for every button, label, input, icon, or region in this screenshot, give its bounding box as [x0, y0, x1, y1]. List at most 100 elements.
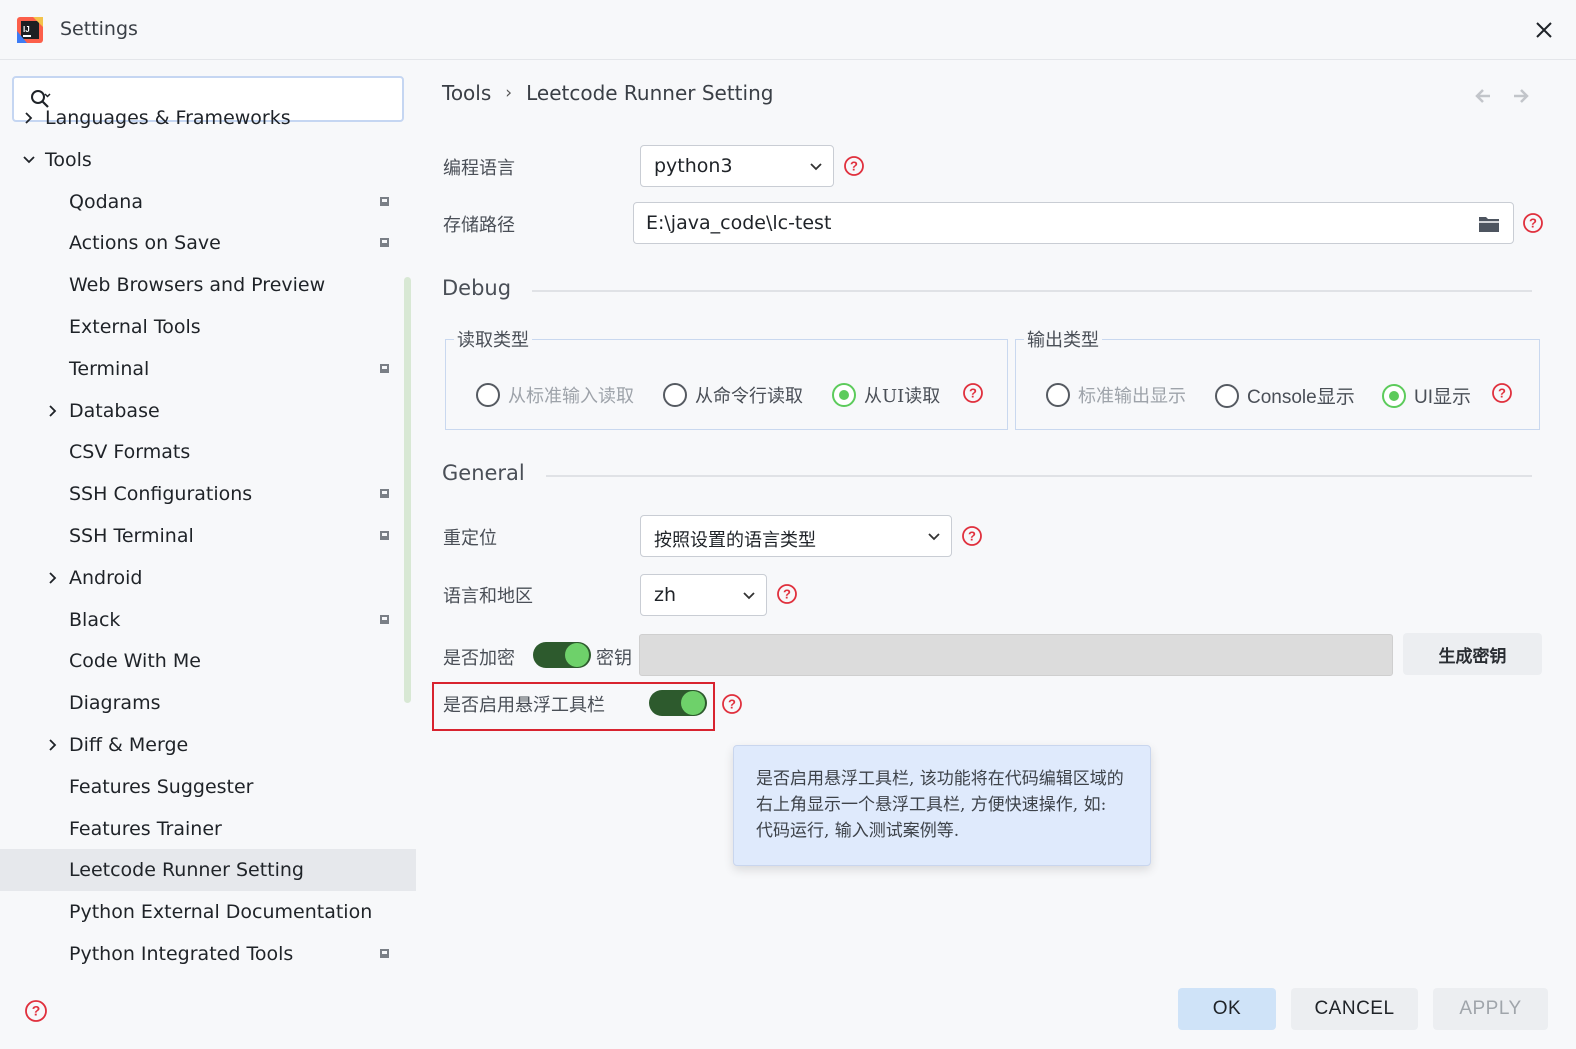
sidebar-item-label: CSV Formats: [69, 441, 191, 464]
output-type-help-icon[interactable]: ?: [1491, 382, 1513, 404]
chevron-down-icon[interactable]: [21, 152, 37, 168]
path-label: 存储路径: [443, 215, 515, 236]
locale-select[interactable]: zh: [640, 574, 767, 616]
radio-circle: [663, 383, 687, 407]
radio-output-stdout[interactable]: 标准输出显示: [1046, 382, 1186, 408]
chevron-right-icon[interactable]: [45, 570, 61, 586]
radio-read-cmdline[interactable]: 从命令行读取: [663, 382, 803, 408]
chevron-right-icon[interactable]: [21, 110, 37, 126]
read-type-help-icon[interactable]: ?: [962, 382, 984, 404]
sidebar-item-qodana[interactable]: Qodana: [0, 181, 416, 223]
sidebar-item-web-browsers-and-preview[interactable]: Web Browsers and Preview: [0, 264, 416, 306]
sidebar-item-tools[interactable]: Tools: [0, 139, 416, 181]
radio-output-console-label: Console显示: [1247, 387, 1355, 408]
sidebar-item-python-external-documentation[interactable]: Python External Documentation: [0, 891, 416, 933]
sidebar-item-code-with-me[interactable]: Code With Me: [0, 640, 416, 682]
path-field-value: E:\java_code\lc-test: [646, 212, 832, 234]
sidebar-item-label: Diff & Merge: [69, 734, 189, 756]
language-help-icon[interactable]: ?: [843, 155, 865, 177]
breadcrumb-parent[interactable]: Tools: [442, 81, 491, 105]
sidebar-item-label: Python Integrated Tools: [69, 943, 294, 965]
debug-divider: [532, 290, 1532, 292]
relocate-help-icon[interactable]: ?: [961, 525, 983, 547]
sidebar-item-label: Android: [69, 566, 143, 589]
language-select[interactable]: python3: [640, 145, 834, 187]
sidebar-item-label: Tools: [45, 148, 92, 171]
radio-output-ui[interactable]: UI显示: [1382, 382, 1471, 409]
sidebar-item-label: Features Suggester: [69, 775, 254, 798]
sidebar-item-languages-frameworks[interactable]: Languages & Frameworks: [0, 97, 416, 139]
sidebar-item-label: Features Trainer: [69, 817, 222, 840]
project-scope-icon: [380, 196, 389, 206]
chevron-right-icon[interactable]: [45, 403, 61, 419]
project-scope-icon: [380, 489, 389, 499]
generate-key-button[interactable]: 生成密钥: [1403, 633, 1542, 675]
ok-button[interactable]: OK: [1178, 988, 1276, 1030]
chevron-down-icon: [928, 533, 940, 541]
sidebar-item-label: SSH Configurations: [69, 483, 253, 506]
floating-toolbar-toggle[interactable]: [649, 690, 707, 716]
sidebar-item-leetcode-runner-setting[interactable]: Leetcode Runner Setting: [0, 849, 416, 892]
sidebar-item-database[interactable]: Database: [0, 390, 416, 432]
locale-select-value: zh: [654, 584, 677, 606]
key-field[interactable]: [639, 634, 1393, 676]
locale-help-icon[interactable]: ?: [776, 583, 798, 605]
path-help-icon[interactable]: ?: [1522, 212, 1544, 234]
sidebar-item-features-trainer[interactable]: Features Trainer: [0, 808, 416, 850]
sidebar-item-terminal[interactable]: Terminal: [0, 348, 416, 390]
sidebar-item-diff-merge[interactable]: Diff & Merge: [0, 724, 416, 766]
chevron-right-icon[interactable]: [45, 737, 61, 753]
project-scope-icon: [380, 949, 389, 958]
project-scope-icon: [380, 614, 389, 624]
back-arrow-icon[interactable]: [1472, 85, 1494, 107]
svg-text:?: ?: [968, 529, 976, 544]
encrypt-toggle[interactable]: [533, 642, 591, 668]
forward-arrow-icon[interactable]: [1510, 85, 1532, 107]
radio-circle: [1046, 383, 1070, 407]
breadcrumb-current: Leetcode Runner Setting: [526, 81, 774, 105]
sidebar-item-ssh-configurations[interactable]: SSH Configurations: [0, 473, 416, 515]
close-icon[interactable]: [1530, 16, 1558, 44]
project-scope-icon: [380, 531, 389, 540]
sidebar-item-diagrams[interactable]: Diagrams: [0, 682, 416, 724]
project-scope-icon: [380, 363, 389, 373]
sidebar-item-label: Black: [69, 608, 121, 631]
key-label: 密钥: [596, 648, 632, 669]
svg-text:?: ?: [1529, 216, 1537, 231]
radio-read-ui[interactable]: 从UI读取: [832, 382, 940, 408]
sidebar-item-external-tools[interactable]: External Tools: [0, 306, 416, 348]
settings-sidebar: Languages & Frameworks Tools Qodana Actions…: [0, 61, 416, 973]
sidebar-item-csv-formats[interactable]: CSV Formats: [0, 431, 416, 473]
svg-text:?: ?: [783, 587, 791, 602]
radio-read-cmdline-label: 从命令行读取: [695, 386, 803, 407]
sidebar-item-label: Diagrams: [69, 692, 161, 715]
sidebar-item-label: Actions on Save: [69, 232, 221, 255]
sidebar-scrollbar[interactable]: [404, 277, 411, 703]
general-divider: [546, 475, 1532, 477]
radio-read-stdin[interactable]: 从标准输入读取: [476, 382, 634, 408]
apply-button[interactable]: APPLY: [1433, 988, 1548, 1030]
svg-text:?: ?: [969, 386, 977, 401]
sidebar-item-black[interactable]: Black: [0, 599, 416, 641]
general-section-title: General: [442, 461, 525, 485]
chevron-down-icon: [810, 163, 822, 171]
cancel-button[interactable]: CANCEL: [1291, 988, 1418, 1030]
path-field[interactable]: E:\java_code\lc-test: [633, 202, 1514, 244]
floating-toolbar-label: 是否启用悬浮工具栏: [443, 695, 605, 716]
help-icon[interactable]: ?: [24, 999, 48, 1023]
sidebar-item-actions-on-save[interactable]: Actions on Save: [0, 222, 416, 264]
chevron-down-icon: [743, 592, 755, 600]
help-tooltip: 是否启用悬浮工具栏, 该功能将在代码编辑区域的右上角显示一个悬浮工具栏, 方便快…: [733, 745, 1151, 866]
radio-output-console[interactable]: Console显示: [1215, 382, 1355, 409]
breadcrumb: Tools › Leetcode Runner Setting: [442, 81, 773, 105]
floating-toolbar-help-icon[interactable]: ?: [721, 693, 743, 715]
radio-circle-selected: [1382, 383, 1406, 408]
read-type-title: 读取类型: [454, 326, 532, 352]
sidebar-item-ssh-terminal[interactable]: SSH Terminal: [0, 515, 416, 557]
sidebar-item-android[interactable]: Android: [0, 557, 416, 599]
sidebar-item-features-suggester[interactable]: Features Suggester: [0, 766, 416, 808]
encrypt-label: 是否加密: [443, 648, 515, 669]
relocate-select[interactable]: 按照设置的语言类型: [640, 515, 952, 557]
sidebar-item-python-integrated-tools[interactable]: Python Integrated Tools: [0, 933, 416, 973]
folder-icon[interactable]: [1477, 213, 1501, 235]
